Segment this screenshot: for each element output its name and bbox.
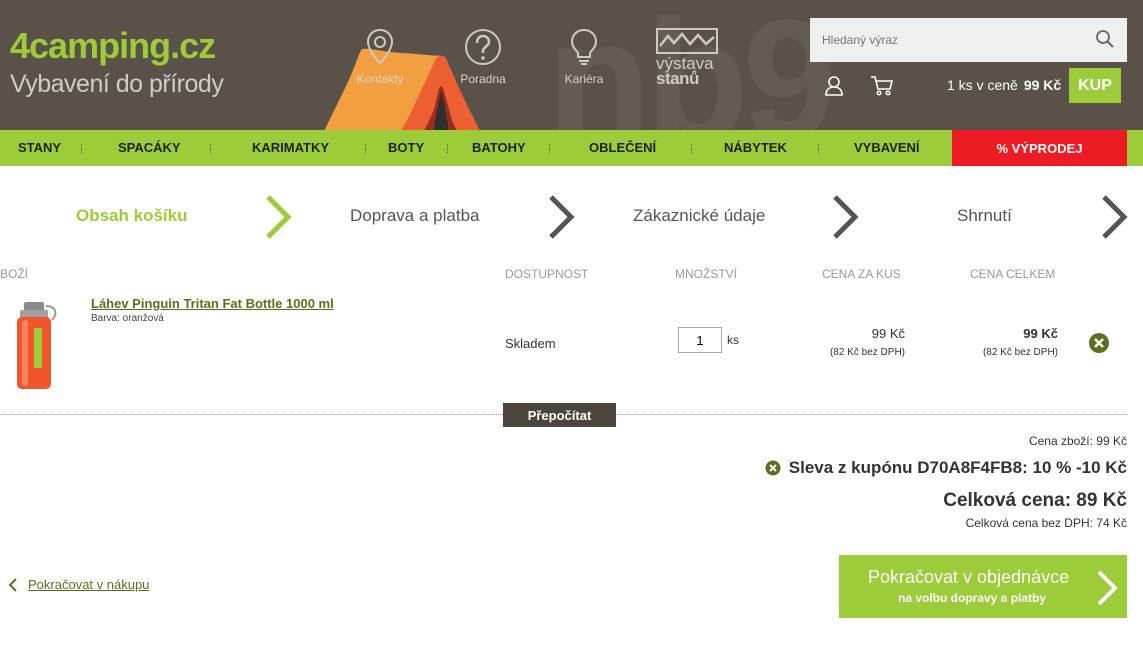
- col-header-availability: DOSTUPNOST: [505, 267, 589, 281]
- availability-status: Skladem: [505, 336, 556, 351]
- product-name-link[interactable]: Láhev Pinguin Tritan Fat Bottle 1000 ml: [91, 296, 334, 311]
- header-link-label: Poradna: [460, 72, 506, 86]
- site-header: ⛺ nb9 4camping.cz Vybavení do přírody Ko…: [0, 0, 1143, 130]
- nav-item-vybaveni[interactable]: VYBAVENÍ: [854, 140, 920, 155]
- nav-item-stany[interactable]: STANY: [18, 140, 61, 155]
- continue-shopping-label: Pokračovat v nákupu: [28, 577, 150, 592]
- header-link-label: Kontakty: [356, 72, 404, 86]
- unit-price: 99 Kč: [871, 326, 905, 341]
- nav-item-batohy[interactable]: BATOHY: [472, 140, 526, 155]
- logo-wordmark: 4camping.cz: [10, 25, 216, 66]
- coupon-text: Sleva z kupónu D70A8F4FB8: 10 % -10 Kč: [788, 458, 1127, 477]
- continue-order-subtitle: na volbu dopravy a platby: [898, 591, 1047, 605]
- total-price-net-summary: Celková cena bez DPH: 74 Kč: [965, 516, 1127, 530]
- nav-separator: [447, 144, 449, 153]
- question-icon: [465, 29, 501, 65]
- cart-icon[interactable]: [870, 74, 894, 98]
- total-price: 99 Kč: [1023, 326, 1058, 341]
- main-navigation: STANY SPACÁKY KARIMATKY BOTY BATOHY OBLE…: [0, 130, 1143, 166]
- header-link-label: Kariéra: [564, 72, 604, 86]
- chevron-left-icon: [8, 577, 17, 592]
- col-header-quantity: MNOŽSTVÍ: [675, 267, 737, 281]
- nav-separator: [691, 144, 693, 153]
- header-link-kariera[interactable]: Kariéra: [544, 28, 624, 86]
- chevron-right-icon: [1102, 195, 1128, 239]
- continue-order-title: Pokračovat v objednávce: [868, 567, 1070, 587]
- search-box: [810, 18, 1127, 62]
- continue-order-button[interactable]: Pokračovat v objednávce na volbu dopravy…: [839, 555, 1127, 618]
- header-link-poradna[interactable]: Poradna: [443, 28, 523, 86]
- cart-bar: 1 ks v ceně 99 Kč KUP: [810, 66, 1127, 106]
- step-cart: Obsah košíku: [76, 206, 188, 225]
- step-summary[interactable]: Shrnutí: [957, 206, 1012, 226]
- search-input[interactable]: [822, 33, 1092, 47]
- vystava-stanu-link[interactable]: výstava stanů: [656, 28, 720, 88]
- chevron-right-icon: [833, 195, 859, 239]
- cart-price: 99 Kč: [1023, 77, 1062, 93]
- nav-separator: [81, 144, 83, 153]
- quantity-input[interactable]: [678, 327, 722, 353]
- cart-count: 1 ks v ceně: [947, 77, 1018, 93]
- vystava-line2: stanů: [656, 69, 699, 88]
- nav-separator: [549, 144, 551, 153]
- user-icon[interactable]: [824, 75, 844, 97]
- nav-item-obleceni[interactable]: OBLEČENÍ: [589, 140, 656, 155]
- total-price-net: (82 Kč bez DPH): [982, 347, 1058, 358]
- goods-price: Cena zboží: 99 Kč: [1028, 434, 1127, 448]
- checkout-steps: Obsah košíku Doprava a platba Zákaznické…: [0, 190, 1143, 240]
- recalculate-button[interactable]: Přepočítat: [503, 403, 616, 427]
- nav-item-karimatky[interactable]: KARIMATKY: [252, 140, 329, 155]
- nav-item-sale[interactable]: % VÝPRODEJ: [952, 130, 1127, 166]
- cart-summary[interactable]: 1 ks v ceně 99 Kč: [947, 77, 1061, 93]
- logo-tagline: Vybavení do přírody: [10, 70, 224, 98]
- continue-shopping-link[interactable]: Pokračovat v nákupu: [8, 577, 149, 592]
- header-link-kontakty[interactable]: Kontakty: [340, 28, 420, 86]
- col-header-total-price: CENA CELKEM: [970, 267, 1056, 281]
- buy-button[interactable]: KUP: [1069, 68, 1121, 103]
- nav-item-boty[interactable]: BOTY: [388, 140, 424, 155]
- nav-item-nabytek[interactable]: NÁBYTEK: [724, 140, 787, 155]
- coupon-discount: Sleva z kupónu D70A8F4FB8: 10 % -10 Kč: [765, 458, 1127, 478]
- nav-separator: [210, 144, 212, 153]
- step-customer[interactable]: Zákaznické údaje: [633, 206, 765, 226]
- product-attribute: Barva: oranžová: [91, 313, 164, 324]
- nav-item-spacaky[interactable]: SPACÁKY: [118, 140, 181, 155]
- site-logo[interactable]: 4camping.cz Vybavení do přírody: [10, 25, 224, 99]
- total-price-summary: Celková cena: 89 Kč: [943, 490, 1127, 511]
- unit-price-net: (82 Kč bez DPH): [829, 347, 905, 358]
- location-pin-icon: [366, 28, 394, 65]
- chevron-right-icon: [549, 195, 575, 239]
- chevron-right-icon: [1097, 570, 1118, 606]
- lightbulb-icon: [570, 28, 598, 65]
- nav-separator: [818, 144, 820, 153]
- remove-coupon-icon[interactable]: [765, 460, 781, 476]
- search-icon[interactable]: [1095, 29, 1115, 49]
- remove-item-icon[interactable]: [1088, 332, 1110, 354]
- mountains-icon: [656, 28, 718, 54]
- quantity-unit: ks: [727, 333, 739, 347]
- col-header-goods: BOŽÍ: [0, 267, 29, 281]
- chevron-right-icon: [266, 195, 292, 239]
- step-shipping[interactable]: Doprava a platba: [350, 206, 479, 226]
- nav-separator: [365, 144, 367, 153]
- product-image[interactable]: [12, 300, 64, 390]
- col-header-unit-price: CENA ZA KUS: [822, 267, 901, 281]
